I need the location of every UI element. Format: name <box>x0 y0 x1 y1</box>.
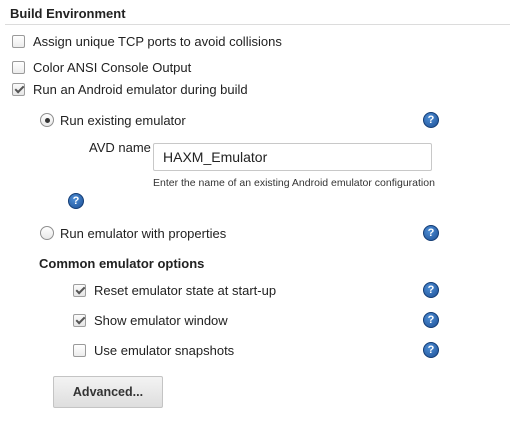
option-color-ansi[interactable]: Color ANSI Console Output <box>12 58 191 76</box>
option-reset-emulator-state[interactable]: Reset emulator state at start-up <box>73 281 276 299</box>
section-title: Build Environment <box>10 6 126 21</box>
option-show-emulator-window[interactable]: Show emulator window <box>73 311 228 329</box>
reset-emulator-state-label: Reset emulator state at start-up <box>94 282 277 298</box>
option-run-android-emulator[interactable]: Run an Android emulator during build <box>12 80 248 98</box>
radio-run-emulator-with-properties[interactable]: Run emulator with properties <box>40 224 226 242</box>
help-icon[interactable]: ? <box>423 225 439 241</box>
help-icon[interactable]: ? <box>423 282 439 298</box>
color-ansi-checkbox[interactable] <box>12 60 25 74</box>
show-emulator-window-label: Show emulator window <box>94 312 228 328</box>
option-assign-tcp-ports[interactable]: Assign unique TCP ports to avoid collisi… <box>12 32 282 50</box>
run-existing-emulator-radio[interactable] <box>40 113 54 127</box>
common-options-title: Common emulator options <box>39 256 205 271</box>
run-emulator-with-properties-label: Run emulator with properties <box>60 225 227 241</box>
option-use-emulator-snapshots[interactable]: Use emulator snapshots <box>73 341 234 359</box>
advanced-button[interactable]: Advanced... <box>53 376 163 408</box>
run-android-emulator-checkbox[interactable] <box>12 82 25 96</box>
reset-emulator-state-checkbox[interactable] <box>73 283 86 297</box>
help-icon[interactable]: ? <box>423 112 439 128</box>
avd-name-label: AVD name <box>89 140 151 155</box>
run-android-emulator-label: Run an Android emulator during build <box>33 81 248 97</box>
avd-name-hint: Enter the name of an existing Android em… <box>153 177 435 189</box>
help-icon[interactable]: ? <box>68 193 84 209</box>
run-emulator-with-properties-radio[interactable] <box>40 226 54 240</box>
show-emulator-window-checkbox[interactable] <box>73 313 86 327</box>
assign-tcp-ports-label: Assign unique TCP ports to avoid collisi… <box>33 33 282 49</box>
avd-name-input[interactable]: HAXM_Emulator <box>153 143 432 171</box>
assign-tcp-ports-checkbox[interactable] <box>12 34 25 48</box>
help-icon[interactable]: ? <box>423 342 439 358</box>
help-icon[interactable]: ? <box>423 312 439 328</box>
use-emulator-snapshots-label: Use emulator snapshots <box>94 342 235 358</box>
color-ansi-label: Color ANSI Console Output <box>33 59 192 75</box>
use-emulator-snapshots-checkbox[interactable] <box>73 343 86 357</box>
radio-run-existing-emulator[interactable]: Run existing emulator <box>40 111 186 129</box>
run-existing-emulator-label: Run existing emulator <box>60 112 186 128</box>
section-divider <box>5 24 510 25</box>
